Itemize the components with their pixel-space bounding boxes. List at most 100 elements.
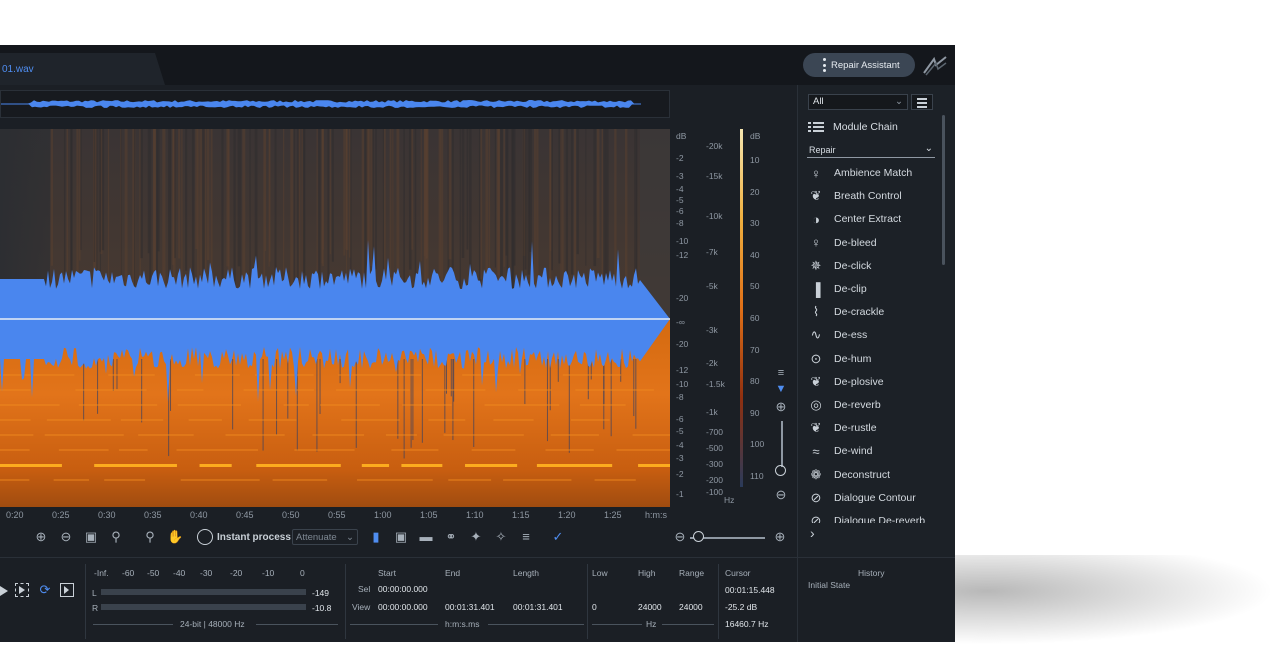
module-list-scrollbar[interactable] [942, 115, 945, 265]
module-category-value: Repair [809, 145, 836, 155]
horizontal-zoom-handle[interactable] [693, 531, 704, 542]
vertical-zoom-handle[interactable] [775, 465, 786, 476]
spectrogram-settings-icon[interactable]: ≡ [773, 365, 789, 381]
chevron-right-icon[interactable]: › [810, 525, 815, 541]
play-selection-button[interactable] [15, 583, 29, 597]
hz-tick-label: -5k [706, 281, 718, 291]
view-end-value[interactable]: 00:01:31.401 [445, 602, 495, 612]
zoom-tool-icon[interactable]: ⚲ [142, 529, 158, 545]
title-bar: 01.wav Repair Assistant [0, 45, 955, 85]
module-item-de-crackle[interactable]: ⌇ De-crackle [806, 302, 941, 322]
horizontal-zoom-out-icon[interactable]: ⊖ [672, 529, 688, 545]
time-selection-tool-icon[interactable]: ▮ [368, 529, 384, 545]
zoom-out-icon[interactable]: ⊖ [58, 529, 74, 545]
module-filter-select[interactable]: All ⌄ [808, 94, 908, 110]
meter-tick-label: 40 [750, 249, 760, 260]
db-tick-label: -10 [676, 379, 689, 389]
module-item-de-ess[interactable]: ∿ De-ess [806, 325, 941, 345]
module-item-de-click[interactable]: ✵ De-click [806, 256, 941, 276]
time-freq-selection-tool-icon[interactable]: ▣ [393, 529, 409, 545]
view-low-value[interactable]: 0 [592, 602, 597, 612]
vertical-zoom-in-icon[interactable]: ⊕ [773, 399, 789, 415]
module-icon: ♀ [811, 165, 821, 181]
instant-process-toggle[interactable]: Instant process [197, 528, 291, 546]
db-tick-label: -6 [676, 206, 684, 216]
vertical-zoom-out-icon[interactable]: ⊖ [773, 487, 789, 503]
module-item-breath-control[interactable]: ❦ Breath Control [806, 186, 941, 206]
left-peak-value: -149 [312, 588, 330, 598]
view-range-value[interactable]: 24000 [679, 602, 703, 612]
view-row-label: View [352, 602, 371, 612]
module-item-dialogue-contour[interactable]: ⊘ Dialogue Contour [806, 488, 941, 508]
level-scale-label: -20 [230, 568, 243, 578]
waveform-overview[interactable] [0, 90, 670, 118]
zoom-all-icon[interactable]: ⚲ [108, 529, 124, 545]
loop-icon[interactable]: ⟳ [37, 582, 53, 598]
module-label: Ambience Match [834, 167, 913, 179]
view-length-value[interactable]: 00:01:31.401 [513, 602, 563, 612]
db-tick-label: -6 [676, 414, 684, 424]
spectrogram-view[interactable] [0, 129, 670, 507]
left-level-meter [101, 589, 306, 595]
repair-assistant-button[interactable]: Repair Assistant [803, 53, 915, 77]
right-level-meter [101, 604, 306, 610]
lasso-tool-icon[interactable]: ⚭ [443, 529, 459, 545]
hz-tick-label: -20k [706, 141, 723, 151]
waveform-spectrogram-toggle-icon[interactable]: ▼ [773, 381, 789, 397]
freq-unit-line-left [592, 624, 642, 625]
db-tick-label: -2 [676, 469, 684, 479]
horizontal-zoom-in-icon[interactable]: ⊕ [772, 529, 788, 545]
time-tick-label: 1:20 [558, 510, 576, 520]
time-tick-label: 0:25 [52, 510, 70, 520]
harmonic-selection-icon[interactable]: ≡ [518, 529, 534, 545]
history-title: History [858, 568, 885, 578]
file-tab[interactable]: 01.wav [0, 53, 165, 85]
module-item-de-rustle[interactable]: ❦ De-rustle [806, 418, 941, 438]
module-item-de-wind[interactable]: ≈ De-wind [806, 441, 941, 461]
module-item-de-plosive[interactable]: ❦ De-plosive [806, 372, 941, 392]
end-header: End [445, 568, 461, 578]
module-item-de-bleed[interactable]: ♀ De-bleed [806, 233, 941, 253]
vertical-zoom-slider[interactable] [781, 421, 783, 467]
sel-start-value[interactable]: 00:00:00.000 [378, 584, 428, 594]
hand-tool-icon[interactable]: ✋ [167, 529, 183, 545]
module-item-dialogue-de-reverb[interactable]: ⊘ Dialogue De-reverb [806, 511, 941, 523]
module-item-de-reverb[interactable]: ◎ De-reverb [806, 395, 941, 415]
module-item-de-hum[interactable]: ⊙ De-hum [806, 349, 941, 369]
time-tick-label: 0:30 [98, 510, 116, 520]
module-item-deconstruct[interactable]: ❁ Deconstruct [806, 465, 941, 485]
module-list: ♀ Ambience Match ❦ Breath Control ◑ Center Ex… [806, 163, 941, 524]
module-item-de-clip[interactable]: ▐ De-clip [806, 279, 941, 299]
freq-selection-tool-icon[interactable]: ▬ [418, 529, 434, 545]
module-icon: ❦ [810, 373, 822, 389]
module-icon: ❁ [810, 466, 822, 482]
view-high-value[interactable]: 24000 [638, 602, 662, 612]
more-dots-icon [823, 58, 826, 72]
skip-to-end-button[interactable] [60, 583, 74, 597]
start-header: Start [378, 568, 396, 578]
module-icon: ◎ [810, 397, 822, 412]
play-button[interactable] [0, 586, 8, 596]
zoom-selection-icon[interactable]: ▣ [83, 529, 99, 545]
db-tick-label: -3 [676, 171, 684, 181]
module-label: De-clip [834, 283, 867, 295]
module-label: De-hum [834, 352, 872, 365]
instant-process-mode-select[interactable]: Attenuate ⌄ [292, 529, 358, 545]
spectrogram-color-scale[interactable]: dB 10 20 30 40 50 60 70 80 90 100 110 [740, 129, 770, 507]
module-item-ambience-match[interactable]: ♀ Ambience Match [806, 163, 941, 183]
view-start-value[interactable]: 00:00:00.000 [378, 602, 428, 612]
magic-wand-tool-icon[interactable]: ✧ [493, 529, 509, 545]
db-tick-label: -10 [676, 236, 689, 246]
hz-tick-label: -300 [706, 459, 724, 469]
module-category-select[interactable]: Repair ⌄ [807, 143, 935, 158]
zoom-in-icon[interactable]: ⊕ [33, 529, 49, 545]
module-item-center-extract[interactable]: ◑ Center Extract [806, 209, 941, 229]
freq-unit-label: Hz [646, 619, 657, 629]
panel-menu-button[interactable] [911, 94, 933, 110]
history-item[interactable]: Initial State [808, 580, 850, 590]
time-tick-label: 0:20 [6, 510, 24, 520]
find-similar-icon[interactable]: ✓ [550, 529, 566, 545]
module-label: Dialogue Contour [834, 491, 916, 504]
module-chain-button[interactable]: Module Chain [808, 118, 938, 136]
brush-tool-icon[interactable]: ✦ [468, 529, 484, 545]
